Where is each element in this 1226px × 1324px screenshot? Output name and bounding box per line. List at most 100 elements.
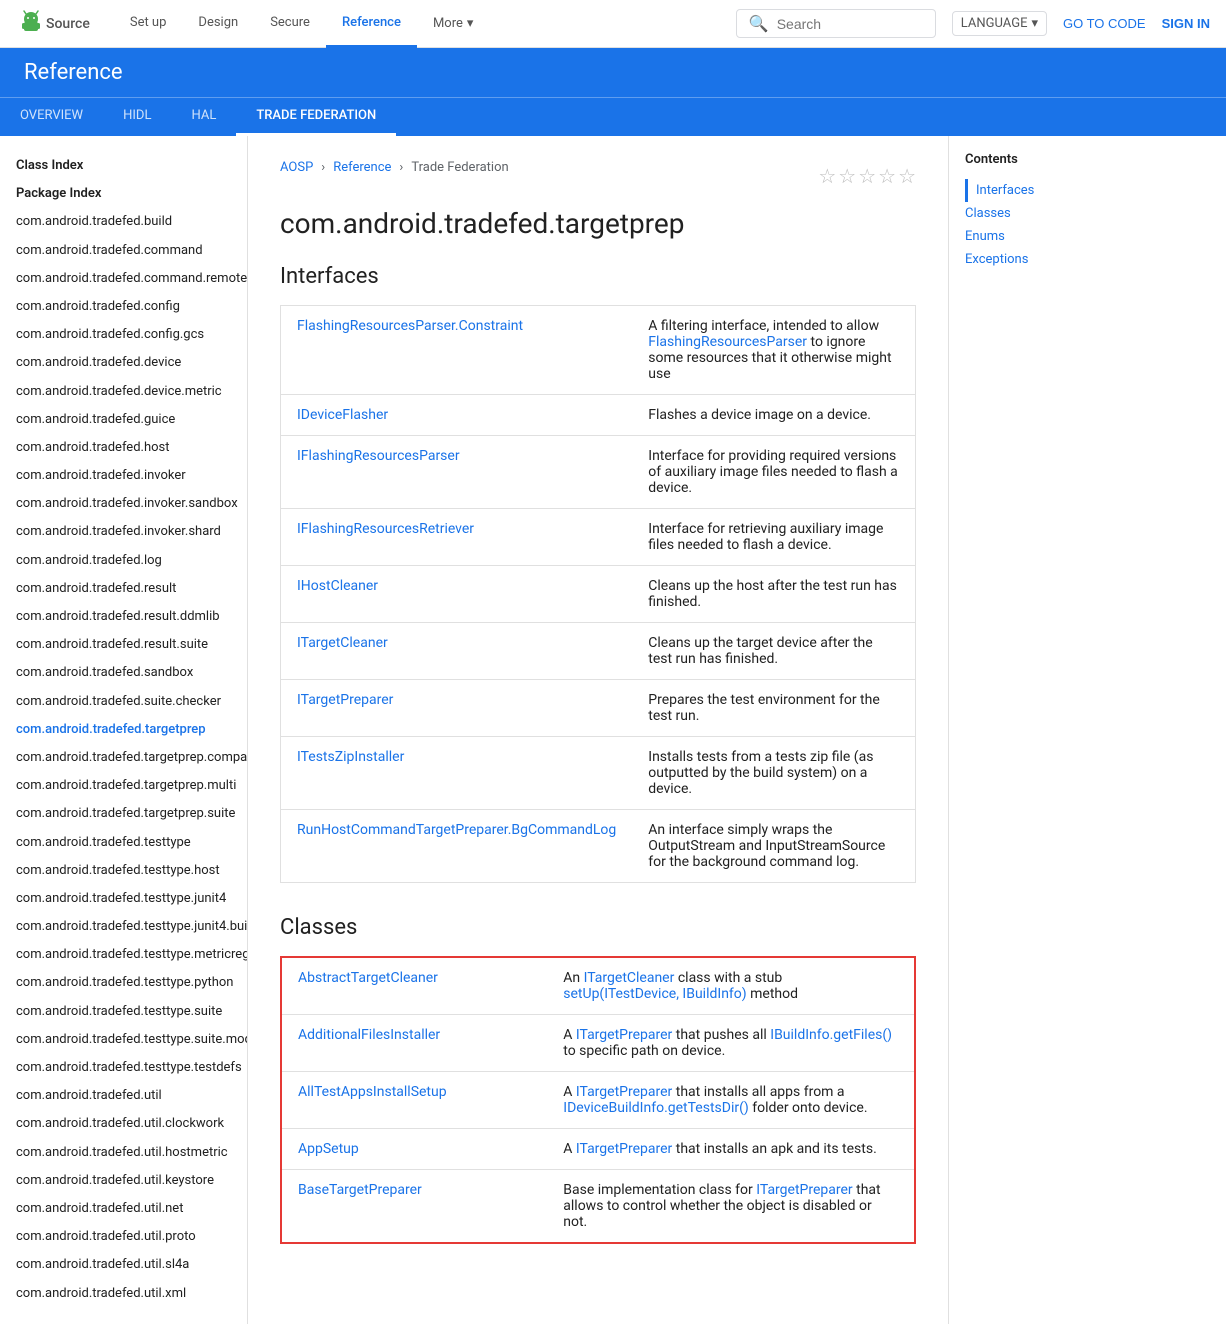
sidebar-item-targetprep-multi[interactable]: com.android.tradefed.targetprep.multi: [0, 772, 247, 800]
star-5[interactable]: ☆: [898, 164, 916, 188]
sidebar-item-testtype-suite-module[interactable]: com.android.tradefed.testtype.suite.modu…: [0, 1026, 247, 1054]
sidebar-item-command-remote[interactable]: com.android.tradefed.command.remote: [0, 265, 247, 293]
class-link-abstracttargetcleaner[interactable]: AbstractTargetCleaner: [298, 970, 438, 986]
sidebar-item-device[interactable]: com.android.tradefed.device: [0, 349, 247, 377]
interface-link-runhostcommandtargetpreparer[interactable]: RunHostCommandTargetPreparer.BgCommandLo…: [297, 822, 616, 838]
sidebar-item-testtype-testdefs[interactable]: com.android.tradefed.testtype.testdefs: [0, 1054, 247, 1082]
sidebar-item-util-hostmetric[interactable]: com.android.tradefed.util.hostmetric: [0, 1139, 247, 1167]
inline-link-itargetcleaner-0[interactable]: ITargetCleaner: [584, 970, 675, 986]
sidebar-item-targetprep[interactable]: com.android.tradefed.targetprep: [0, 716, 247, 744]
nav-secure[interactable]: Secure: [254, 0, 326, 48]
top-nav: Source Set up Design Secure Reference Mo…: [0, 0, 1226, 48]
subnav-hidl[interactable]: HIDL: [103, 98, 171, 136]
toc-link-exceptions[interactable]: Exceptions: [965, 252, 1028, 267]
table-row: AdditionalFilesInstaller A ITargetPrepar…: [281, 1015, 915, 1072]
subnav-hal[interactable]: HAL: [171, 98, 236, 136]
toc-link-classes[interactable]: Classes: [965, 206, 1011, 221]
sidebar-item-testtype-metricregression[interactable]: com.android.tradefed.testtype.metricregr…: [0, 941, 247, 969]
interface-link-iflashingresourcesparser[interactable]: IFlashingResourcesParser: [297, 448, 460, 464]
interface-link-ideviceflasher[interactable]: IDeviceFlasher: [297, 407, 388, 423]
sidebar-item-testtype-junit4-builder[interactable]: com.android.tradefed.testtype.junit4.bui…: [0, 913, 247, 941]
sidebar-item-host[interactable]: com.android.tradefed.host: [0, 434, 247, 462]
sidebar-item-class-index[interactable]: Class Index: [0, 152, 247, 180]
toc-item-enums[interactable]: Enums: [965, 225, 1132, 248]
sidebar-item-util-sl4a[interactable]: com.android.tradefed.util.sl4a: [0, 1251, 247, 1279]
sidebar-item-util-xml[interactable]: com.android.tradefed.util.xml: [0, 1280, 247, 1308]
class-desc-3: A ITargetPreparer that installs an apk a…: [547, 1129, 915, 1170]
sidebar-item-package-index[interactable]: Package Index: [0, 180, 247, 208]
sidebar-item-sandbox[interactable]: com.android.tradefed.sandbox: [0, 659, 247, 687]
sidebar-item-device-metric[interactable]: com.android.tradefed.device.metric: [0, 378, 247, 406]
sidebar-item-invoker-sandbox[interactable]: com.android.tradefed.invoker.sandbox: [0, 490, 247, 518]
sidebar-item-util-clockwork[interactable]: com.android.tradefed.util.clockwork: [0, 1110, 247, 1138]
sign-in-button[interactable]: SIGN IN: [1162, 16, 1210, 31]
sidebar-item-suite-checker[interactable]: com.android.tradefed.suite.checker: [0, 688, 247, 716]
inline-link-flashingresourcesparser[interactable]: FlashingResourcesParser: [648, 334, 807, 350]
sidebar-item-util-keystore[interactable]: com.android.tradefed.util.keystore: [0, 1167, 247, 1195]
star-2[interactable]: ☆: [838, 164, 856, 188]
interface-link-itargetpreparer[interactable]: ITargetPreparer: [297, 692, 393, 708]
class-link-additionalfilesinstaller[interactable]: AdditionalFilesInstaller: [298, 1027, 440, 1043]
inline-link-idevicebuildinfo-gettestsdir[interactable]: IDeviceBuildInfo.getTestsDir(): [563, 1100, 749, 1116]
sidebar-item-config-gcs[interactable]: com.android.tradefed.config.gcs: [0, 321, 247, 349]
sidebar-item-invoker-shard[interactable]: com.android.tradefed.invoker.shard: [0, 518, 247, 546]
toc-item-classes[interactable]: Classes: [965, 202, 1132, 225]
star-rating[interactable]: ☆ ☆ ☆ ☆ ☆: [818, 164, 916, 188]
interface-link-flashingresourcesparser-constraint[interactable]: FlashingResourcesParser.Constraint: [297, 318, 523, 334]
toc-item-exceptions[interactable]: Exceptions: [965, 248, 1132, 271]
table-row: IDeviceFlasher Flashes a device image on…: [281, 395, 916, 436]
subnav-overview[interactable]: OVERVIEW: [0, 98, 103, 136]
sidebar-item-util-proto[interactable]: com.android.tradefed.util.proto: [0, 1223, 247, 1251]
inline-link-setup[interactable]: setUp(ITestDevice, IBuildInfo): [563, 986, 746, 1002]
inline-link-itargetpreparer-3[interactable]: ITargetPreparer: [576, 1141, 672, 1157]
inline-link-itargetpreparer-4[interactable]: ITargetPreparer: [756, 1182, 852, 1198]
sidebar-item-testtype[interactable]: com.android.tradefed.testtype: [0, 829, 247, 857]
sidebar-item-invoker[interactable]: com.android.tradefed.invoker: [0, 462, 247, 490]
star-3[interactable]: ☆: [858, 164, 876, 188]
sidebar-item-testtype-host[interactable]: com.android.tradefed.testtype.host: [0, 857, 247, 885]
sidebar-item-command[interactable]: com.android.tradefed.command: [0, 237, 247, 265]
search-input[interactable]: [777, 16, 917, 32]
sidebar-item-testtype-suite[interactable]: com.android.tradefed.testtype.suite: [0, 998, 247, 1026]
sidebar-item-result-ddmlib[interactable]: com.android.tradefed.result.ddmlib: [0, 603, 247, 631]
inline-link-itargetpreparer-1[interactable]: ITargetPreparer: [576, 1027, 672, 1043]
interface-link-itargetcleaner[interactable]: ITargetCleaner: [297, 635, 388, 651]
nav-reference[interactable]: Reference: [326, 0, 417, 48]
search-bar[interactable]: 🔍: [736, 9, 936, 38]
inline-link-itargetpreparer-2[interactable]: ITargetPreparer: [576, 1084, 672, 1100]
sidebar-item-util-net[interactable]: com.android.tradefed.util.net: [0, 1195, 247, 1223]
toc-link-enums[interactable]: Enums: [965, 229, 1005, 244]
sidebar-item-targetprep-suite[interactable]: com.android.tradefed.targetprep.suite: [0, 800, 247, 828]
sidebar-item-guice[interactable]: com.android.tradefed.guice: [0, 406, 247, 434]
sidebar-item-testtype-python[interactable]: com.android.tradefed.testtype.python: [0, 969, 247, 997]
language-button[interactable]: LANGUAGE ▾: [952, 11, 1047, 36]
sidebar-item-build[interactable]: com.android.tradefed.build: [0, 208, 247, 236]
class-link-appsetup[interactable]: AppSetup: [298, 1141, 359, 1157]
sidebar-item-testtype-junit4[interactable]: com.android.tradefed.testtype.junit4: [0, 885, 247, 913]
sidebar-item-targetprep-companion[interactable]: com.android.tradefed.targetprep.companio…: [0, 744, 247, 772]
nav-more[interactable]: More ▾: [417, 0, 489, 48]
toc-link-interfaces[interactable]: Interfaces: [976, 183, 1034, 198]
nav-design[interactable]: Design: [182, 0, 254, 48]
sidebar-item-log[interactable]: com.android.tradefed.log: [0, 547, 247, 575]
class-desc-4: Base implementation class for ITargetPre…: [547, 1170, 915, 1244]
interface-link-itestszipinstaller[interactable]: ITestsZipInstaller: [297, 749, 404, 765]
nav-setup[interactable]: Set up: [114, 0, 183, 48]
inline-link-ibuildinfo-getfiles[interactable]: IBuildInfo.getFiles(): [770, 1027, 892, 1043]
star-1[interactable]: ☆: [818, 164, 836, 188]
logo[interactable]: Source: [16, 9, 90, 39]
sidebar-item-config[interactable]: com.android.tradefed.config: [0, 293, 247, 321]
interface-link-ihostcleaner[interactable]: IHostCleaner: [297, 578, 378, 594]
toc-item-interfaces[interactable]: Interfaces: [965, 179, 1132, 202]
sidebar-item-result-suite[interactable]: com.android.tradefed.result.suite: [0, 631, 247, 659]
subnav-tradefed[interactable]: TRADE FEDERATION: [236, 98, 396, 136]
class-link-basetargetpreparer[interactable]: BaseTargetPreparer: [298, 1182, 422, 1198]
interface-link-iflashingresourcesretriever[interactable]: IFlashingResourcesRetriever: [297, 521, 474, 537]
breadcrumb-aosp[interactable]: AOSP: [280, 160, 313, 175]
class-link-alltestappsinstallsetup[interactable]: AllTestAppsInstallSetup: [298, 1084, 447, 1100]
sidebar-item-util[interactable]: com.android.tradefed.util: [0, 1082, 247, 1110]
star-4[interactable]: ☆: [878, 164, 896, 188]
sidebar-item-result[interactable]: com.android.tradefed.result: [0, 575, 247, 603]
breadcrumb-reference[interactable]: Reference: [333, 160, 391, 175]
go-to-code-button[interactable]: GO TO CODE: [1063, 16, 1146, 31]
